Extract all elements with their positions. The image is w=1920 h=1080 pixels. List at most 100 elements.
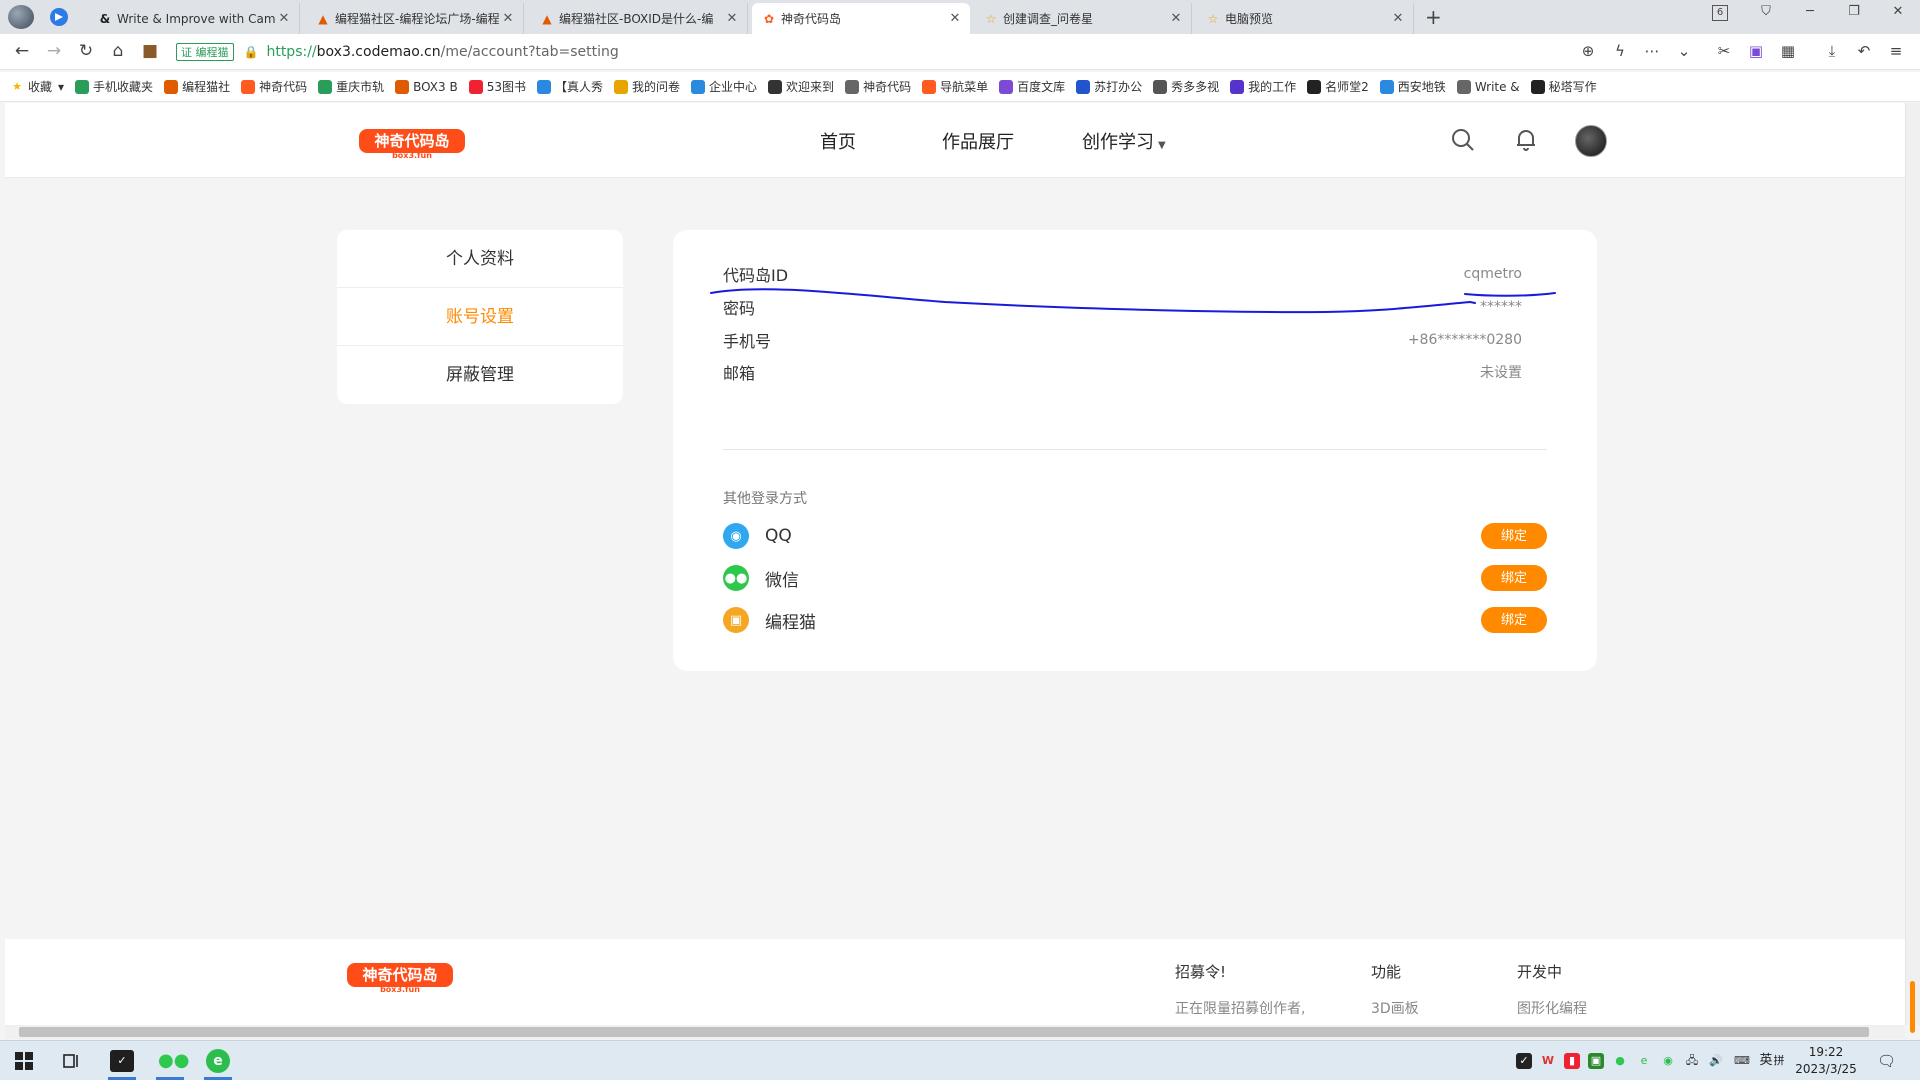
bookmark-item[interactable]: 苏打办公 [1076, 78, 1142, 95]
tab-box3[interactable]: ✿ 神奇代码岛 ✕ [752, 3, 970, 34]
bookmark-item[interactable]: 西安地铁 [1379, 78, 1446, 95]
row-email[interactable]: 邮箱 未设置 [723, 357, 1522, 387]
scroll-thumb[interactable] [1910, 981, 1915, 1033]
user-avatar[interactable] [1575, 125, 1607, 157]
bookmark-item[interactable]: 53图书 [468, 78, 526, 95]
restore-button[interactable]: ❐ [1844, 4, 1864, 19]
bookmark-item[interactable]: 欢迎来到 [768, 78, 834, 95]
row-password[interactable]: 密码 ****** [723, 292, 1522, 322]
forward-button[interactable]: → [44, 42, 64, 60]
briefcase-icon[interactable]: ■ [140, 42, 160, 60]
bookmark-item[interactable]: 我的问卷 [614, 78, 680, 95]
search-icon[interactable] [1450, 127, 1476, 153]
wps-icon[interactable]: W [1540, 1053, 1556, 1069]
bookmark-item[interactable]: 手机收藏夹 [75, 78, 153, 95]
footer-logo[interactable]: 神奇代码岛 box3.fun [345, 959, 455, 993]
lock-icon[interactable]: 🔒 [244, 45, 259, 59]
menu-icon[interactable]: ≡ [1886, 42, 1906, 60]
star-icon: ☆ [985, 11, 997, 26]
browser-tray-icon[interactable]: e [1636, 1053, 1652, 1069]
bind-codemao-button[interactable]: 绑定 [1481, 607, 1547, 633]
row-phone[interactable]: 手机号 +86*******0280 [723, 325, 1522, 355]
task-view-icon[interactable] [54, 1045, 90, 1077]
download-icon[interactable]: ⤓ [1822, 42, 1842, 60]
tab-write-improve[interactable]: & Write & Improve with Camb ✕ [88, 3, 300, 34]
keyboard-icon[interactable]: ⌨ [1734, 1053, 1750, 1069]
volume-icon[interactable]: 🔊 [1708, 1053, 1724, 1069]
scissors-icon[interactable]: ✂ [1714, 42, 1734, 60]
tab-close-icon[interactable]: ✕ [499, 11, 517, 26]
tab-close-icon[interactable]: ✕ [1167, 11, 1185, 26]
lightning-icon[interactable]: ϟ [1610, 42, 1630, 60]
bookmark-item[interactable]: 企业中心 [691, 78, 757, 95]
browser-app-icon[interactable]: e [200, 1045, 236, 1080]
side-item-profile[interactable]: 个人资料 [337, 230, 623, 288]
bookmark-item[interactable]: 重庆市轨 [318, 78, 384, 95]
wechat-app-icon[interactable]: ●● [152, 1045, 189, 1080]
home-icon[interactable]: ⌂ [108, 42, 128, 60]
bookmark-item[interactable]: 神奇代码 [845, 78, 911, 95]
side-item-block-management[interactable]: 屏蔽管理 [337, 346, 623, 404]
bookmark-item[interactable]: 神奇代码 [241, 78, 307, 95]
bind-wechat-button[interactable]: 绑定 [1481, 565, 1547, 591]
more-dots-icon[interactable]: ⋯ [1642, 42, 1662, 60]
bookmark-item[interactable]: 名师堂2 [1307, 78, 1369, 95]
tab-count-badge[interactable]: 6 [1712, 5, 1728, 21]
nav-gallery[interactable]: 作品展厅 [942, 128, 1014, 154]
url-field[interactable]: 证 编程猫 🔒 https://box3.codemao.cn/me/accou… [176, 40, 1176, 64]
bell-icon[interactable] [1513, 127, 1539, 153]
horizontal-scrollbar[interactable] [5, 1025, 1905, 1039]
skin-icon[interactable]: ⛉ [1756, 4, 1776, 19]
nvidia-icon[interactable]: ▣ [1588, 1053, 1604, 1069]
bookmark-item[interactable]: 秘塔写作 [1530, 78, 1597, 95]
apps-grid-icon[interactable]: ▦ [1778, 42, 1798, 60]
tray-green-icon[interactable]: ◉ [1660, 1053, 1676, 1069]
system-clock[interactable]: 19:22 2023/3/25 [1790, 1044, 1862, 1078]
windows-start-icon[interactable] [6, 1045, 42, 1077]
notification-icon[interactable]: 🗨 [1877, 1053, 1896, 1069]
terminal-app-icon[interactable]: ✓ [104, 1045, 140, 1080]
chevron-down-icon[interactable]: ⌄ [1674, 42, 1694, 60]
vertical-scrollbar[interactable] [1905, 103, 1920, 1033]
bookmark-item[interactable]: Write & [1456, 79, 1520, 94]
bind-qq-button[interactable]: 绑定 [1481, 523, 1547, 549]
back-button[interactable]: ← [12, 42, 32, 60]
undo-icon[interactable]: ↶ [1854, 42, 1874, 60]
tray-app-icon[interactable]: ✓ [1516, 1053, 1532, 1069]
site-verified-badge[interactable]: 证 编程猫 [176, 43, 234, 61]
bookmark-item[interactable]: ★ 收藏 ▾ [10, 78, 64, 95]
bookmark-item[interactable]: 秀多多视 [1153, 78, 1219, 95]
nav-learn[interactable]: 创作学习 ▼ [1082, 128, 1166, 154]
new-tab-button[interactable]: + [1425, 5, 1442, 29]
nav-home[interactable]: 首页 [820, 128, 856, 154]
tab-wjx[interactable]: ☆ 创建调查_问卷星 ✕ [974, 3, 1192, 34]
browser-logo-icon[interactable] [8, 5, 34, 29]
tab-close-icon[interactable]: ✕ [1389, 11, 1407, 26]
reload-button[interactable]: ↻ [76, 42, 96, 60]
tab-close-icon[interactable]: ✕ [946, 11, 964, 26]
tab-close-icon[interactable]: ✕ [275, 11, 293, 26]
bookmark-item[interactable]: 导航菜单 [922, 78, 988, 95]
telegram-pinned-tab-icon[interactable] [50, 8, 68, 26]
wechat-tray-icon[interactable]: ● [1612, 1053, 1628, 1069]
tab-codemao-boxid[interactable]: ▲ 编程猫社区-BOXID是什么-编 ✕ [530, 3, 748, 34]
network-icon[interactable]: 🖧 [1684, 1053, 1700, 1069]
close-window-button[interactable]: ✕ [1888, 4, 1908, 19]
site-logo[interactable]: 神奇代码岛 box3.fun [357, 125, 467, 159]
bookmark-item[interactable]: 编程猫社 [164, 78, 230, 95]
bookmark-item[interactable]: 百度文库 [999, 78, 1065, 95]
zoom-icon[interactable]: ⊕ [1578, 42, 1598, 60]
bookmark-item[interactable]: 【真人秀 [537, 78, 603, 95]
scroll-thumb[interactable] [19, 1027, 1869, 1037]
tray-red-icon[interactable]: ▮ [1564, 1053, 1580, 1069]
minimize-button[interactable]: ─ [1800, 4, 1820, 19]
bookmark-item[interactable]: BOX3 B [395, 79, 458, 94]
tab-preview[interactable]: ☆ 电脑预览 ✕ [1196, 3, 1414, 34]
translate-icon[interactable]: ▣ [1746, 42, 1766, 60]
tab-codemao-forum[interactable]: ▲ 编程猫社区-编程论坛广场-编程 ✕ [306, 3, 524, 34]
chevron-down-icon[interactable]: ▾ [58, 80, 64, 94]
bookmark-item[interactable]: 我的工作 [1230, 78, 1296, 95]
tab-close-icon[interactable]: ✕ [723, 11, 741, 26]
side-item-account-settings[interactable]: 账号设置 [337, 288, 623, 346]
ime-mode[interactable]: 拼 [1771, 1053, 1787, 1069]
